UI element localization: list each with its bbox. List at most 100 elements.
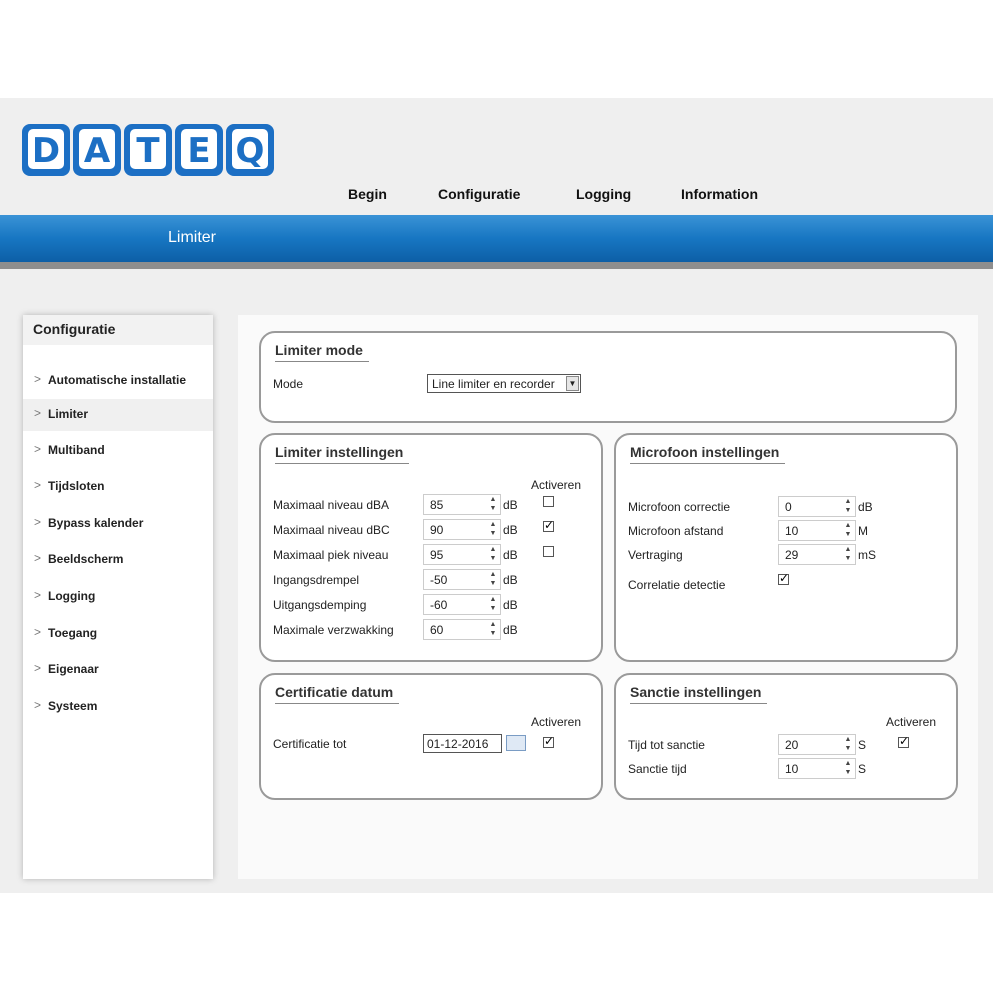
limiter-row-input[interactable]: 60 ▲ ▼: [423, 619, 501, 640]
chevron-right-icon: >: [34, 406, 42, 420]
logo-letter: Q: [236, 131, 265, 171]
app-window: DATEQ Begin Configuratie Logging Informa…: [0, 98, 993, 893]
spinner-arrows-icon[interactable]: ▲ ▼: [486, 620, 500, 639]
spinner-arrows-icon[interactable]: ▲ ▼: [841, 521, 855, 540]
limiter-row-input[interactable]: -60 ▲ ▼: [423, 594, 501, 615]
chevron-right-icon: >: [34, 442, 42, 456]
limiter-row-label: Maximaal piek niveau: [273, 548, 389, 562]
limiter-settings-title: Limiter instellingen: [275, 444, 410, 464]
cert-title: Certificatie datum: [275, 684, 400, 704]
sanction-row-label: Sanctie tijd: [628, 762, 687, 776]
spinner-arrows-icon[interactable]: ▲ ▼: [841, 497, 855, 516]
limiter-row-input[interactable]: 95 ▲ ▼: [423, 544, 501, 565]
mic-row-input[interactable]: 0 ▲ ▼: [778, 496, 856, 517]
chevron-down-icon[interactable]: ▼: [566, 376, 579, 391]
sidebar-item-beeldscherm[interactable]: > Beeldscherm: [23, 544, 213, 576]
sidebar-item-label: Logging: [48, 589, 96, 603]
limiter-row-label: Maximaal niveau dBA: [273, 498, 390, 512]
limiter-row-label: Uitgangsdemping: [273, 598, 367, 612]
mic-row-input-value: 10: [785, 524, 799, 538]
sidebar-item-logging[interactable]: > Logging: [23, 581, 213, 613]
limiter-row-input[interactable]: 85 ▲ ▼: [423, 494, 501, 515]
spinner-arrows-icon[interactable]: ▲ ▼: [841, 759, 855, 778]
check-icon: ✓: [544, 518, 555, 532]
mode-select[interactable]: Line limiter en recorder ▼: [427, 374, 581, 393]
spinner-arrows-icon[interactable]: ▲ ▼: [486, 570, 500, 589]
chevron-right-icon: >: [34, 661, 42, 675]
correlation-checkbox[interactable]: ✓: [778, 571, 789, 585]
limiter-row-unit: dB: [503, 498, 518, 512]
sidebar-item-label: Limiter: [48, 407, 89, 421]
chevron-right-icon: >: [34, 625, 42, 639]
cert-date-input[interactable]: 01-12-2016: [423, 734, 502, 753]
top-nav: Begin Configuratie Logging Information: [0, 186, 993, 206]
sidebar-item-bypass-kalender[interactable]: > Bypass kalender: [23, 508, 213, 540]
limiter-mode-title: Limiter mode: [275, 342, 369, 362]
limiter-row-unit: dB: [503, 548, 518, 562]
sanction-row-unit: S: [858, 738, 867, 752]
chevron-right-icon: >: [34, 515, 42, 529]
sidebar-item-automatische-installatie[interactable]: > Automatische installatie: [23, 365, 213, 397]
chevron-right-icon: >: [34, 698, 42, 712]
limiter-row-input-value: 85: [430, 498, 444, 512]
mic-row-input-value: 29: [785, 548, 799, 562]
calendar-icon[interactable]: [506, 735, 526, 751]
limiter-row-input[interactable]: -50 ▲ ▼: [423, 569, 501, 590]
nav-information[interactable]: Information: [681, 186, 758, 202]
limiter-row-activate-checkbox[interactable]: [543, 496, 554, 507]
spinner-arrows-icon[interactable]: ▲ ▼: [841, 735, 855, 754]
sanction-row-input[interactable]: 10 ▲ ▼: [778, 758, 856, 779]
mic-row-unit: mS: [858, 548, 876, 562]
limiter-row-input-value: 95: [430, 548, 444, 562]
sidebar-item-toegang[interactable]: > Toegang: [23, 618, 213, 650]
sidebar-item-eigenaar[interactable]: > Eigenaar: [23, 654, 213, 686]
limiter-row-label: Maximale verzwakking: [273, 623, 394, 637]
logo-letter: E: [187, 131, 210, 171]
check-icon: ✓: [899, 734, 910, 748]
limiter-row-input-value: -60: [430, 598, 448, 612]
limiter-row-input[interactable]: 90 ▲ ▼: [423, 519, 501, 540]
sanction-row-activate-checkbox[interactable]: ✓: [898, 734, 910, 748]
cert-activate-header: Activeren: [531, 715, 582, 729]
mic-row-label: Microfoon correctie: [628, 500, 731, 514]
spinner-arrows-icon[interactable]: ▲ ▼: [486, 545, 500, 564]
spinner-arrows-icon[interactable]: ▲ ▼: [486, 495, 500, 514]
sidebar-item-limiter[interactable]: > Limiter: [23, 399, 213, 431]
limiter-row-input-value: 90: [430, 523, 444, 537]
sanction-row-input[interactable]: 20 ▲ ▼: [778, 734, 856, 755]
cert-activate-checkbox[interactable]: ✓: [543, 734, 554, 748]
limiter-row-activate-checkbox[interactable]: [543, 546, 554, 557]
mic-settings-fieldset: Microfoon instellingen Correlatie detect…: [614, 433, 958, 662]
dateq-logo: DATEQ: [22, 124, 274, 176]
limiter-row-unit: dB: [503, 573, 518, 587]
limiter-row-unit: dB: [503, 598, 518, 612]
cert-fieldset: Certificatie datum Activeren Certificati…: [259, 673, 603, 800]
sidebar-item-label: Bypass kalender: [48, 516, 144, 530]
main-panel: Limiter mode Mode Line limiter en record…: [238, 315, 978, 879]
sidebar-item-label: Tijdsloten: [48, 479, 105, 493]
limiter-row-activate-checkbox[interactable]: ✓: [543, 518, 555, 532]
nav-logging[interactable]: Logging: [576, 186, 631, 202]
nav-configuratie[interactable]: Configuratie: [438, 186, 520, 202]
spinner-arrows-icon[interactable]: ▲ ▼: [486, 520, 500, 539]
sanction-title: Sanctie instellingen: [630, 684, 768, 704]
sidebar-item-multiband[interactable]: > Multiband: [23, 435, 213, 467]
spinner-arrows-icon[interactable]: ▲ ▼: [486, 595, 500, 614]
sidebar-item-label: Systeem: [48, 699, 98, 713]
chevron-right-icon: >: [34, 478, 42, 492]
spinner-arrows-icon[interactable]: ▲ ▼: [841, 545, 855, 564]
sanction-activate-header: Activeren: [886, 715, 937, 729]
logo-letter: D: [32, 131, 60, 171]
title-bar-shadow: [0, 262, 993, 269]
mic-row-label: Vertraging: [628, 548, 683, 562]
nav-begin[interactable]: Begin: [348, 186, 387, 202]
page-title: Limiter: [168, 229, 217, 246]
sidebar-item-tijdsloten[interactable]: > Tijdsloten: [23, 471, 213, 503]
mic-row-input[interactable]: 10 ▲ ▼: [778, 520, 856, 541]
sidebar-item-systeem[interactable]: > Systeem: [23, 691, 213, 723]
mode-label: Mode: [273, 377, 304, 391]
mic-row-input[interactable]: 29 ▲ ▼: [778, 544, 856, 565]
sanction-fieldset: Sanctie instellingen Activeren Tijd tot …: [614, 673, 958, 800]
limiter-row-input-value: -50: [430, 573, 448, 587]
cert-date-value: 01-12-2016: [427, 737, 489, 751]
